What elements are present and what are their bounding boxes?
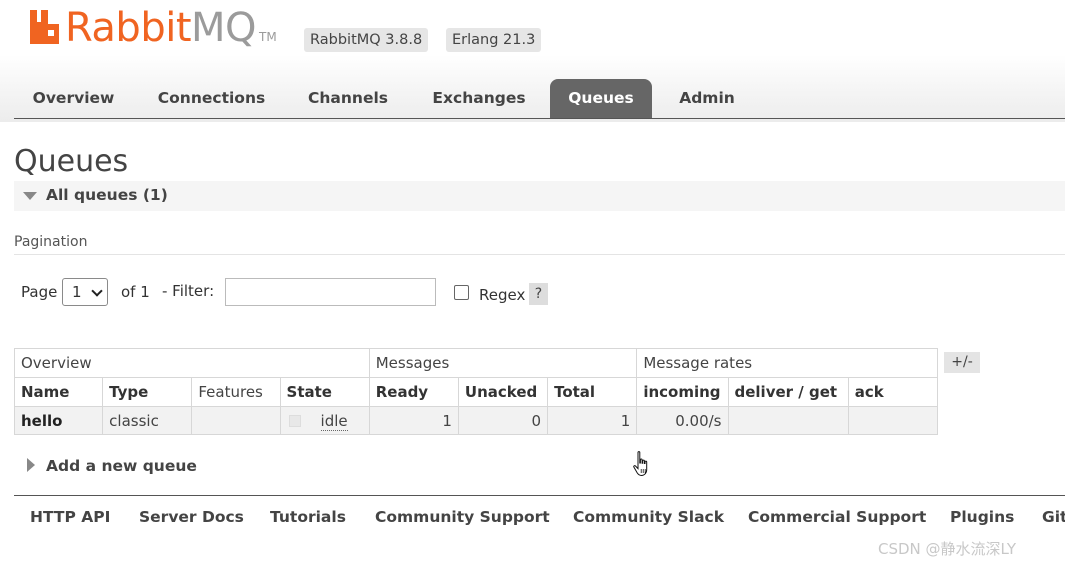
footer-link-community-slack[interactable]: Community Slack bbox=[573, 508, 724, 526]
queues-table: Overview Messages Message rates Name Typ… bbox=[13, 348, 939, 435]
regex-checkbox[interactable] bbox=[454, 285, 469, 300]
logo-word-mq: MQ bbox=[191, 5, 257, 51]
queue-features-cell bbox=[191, 406, 281, 435]
erlang-badge: Erlang 21.3 bbox=[446, 28, 542, 52]
queue-ready-cell: 1 bbox=[368, 406, 459, 435]
watermark: CSDN @静水流深LY bbox=[878, 540, 1017, 558]
footer-link-http-api[interactable]: HTTP API bbox=[30, 508, 110, 526]
queue-incoming-cell: 0.00/s bbox=[636, 406, 729, 435]
group-header-messages: Messages bbox=[368, 348, 638, 378]
tab-queues[interactable]: Queues bbox=[550, 79, 652, 118]
footer-link-community-support[interactable]: Community Support bbox=[375, 508, 550, 526]
footer-link-git[interactable]: Git bbox=[1042, 508, 1065, 526]
rabbitmq-logo-icon bbox=[30, 10, 59, 44]
footer-link-tutorials[interactable]: Tutorials bbox=[270, 508, 346, 526]
queue-name-cell[interactable]: hello bbox=[13, 406, 104, 435]
tab-exchanges[interactable]: Exchanges bbox=[422, 79, 536, 118]
table-row[interactable]: hello classic idle 1 0 1 0.00/s bbox=[13, 406, 939, 435]
column-header-state[interactable]: State bbox=[279, 377, 370, 407]
column-header-ack[interactable]: ack bbox=[847, 377, 939, 407]
tab-admin[interactable]: Admin bbox=[668, 79, 746, 118]
pagination-divider bbox=[14, 254, 1065, 255]
triangle-right-icon[interactable] bbox=[27, 458, 35, 472]
version-badge: RabbitMQ 3.8.8 bbox=[304, 28, 429, 52]
page-select[interactable]: 1 bbox=[62, 278, 108, 306]
rabbitmq-logo[interactable]: RabbitMQ TM bbox=[28, 8, 277, 48]
add-queue-toggle[interactable]: Add a new queue bbox=[46, 457, 197, 475]
filter-label: - Filter: bbox=[162, 282, 215, 300]
tabs-divider bbox=[14, 118, 1065, 119]
regex-help-button[interactable]: ? bbox=[529, 283, 548, 305]
column-header-name[interactable]: Name bbox=[13, 377, 104, 407]
regex-label: Regex bbox=[479, 286, 526, 304]
group-header-overview: Overview bbox=[14, 348, 370, 378]
logo-wordmark: RabbitMQ bbox=[65, 5, 257, 51]
toggle-columns-button[interactable]: +/- bbox=[944, 352, 980, 373]
footer-divider bbox=[14, 495, 1065, 496]
tab-channels[interactable]: Channels bbox=[294, 79, 402, 118]
column-header-incoming[interactable]: incoming bbox=[636, 377, 729, 407]
queue-ack-cell bbox=[847, 406, 939, 435]
state-indicator-icon bbox=[288, 415, 301, 427]
table-header-row: Name Type Features State Ready Unacked T… bbox=[13, 377, 939, 407]
queue-total-cell: 1 bbox=[547, 406, 638, 435]
queue-state-cell: idle bbox=[279, 406, 370, 435]
footer-link-server-docs[interactable]: Server Docs bbox=[139, 508, 244, 526]
logo-trademark: TM bbox=[259, 30, 277, 44]
column-header-total[interactable]: Total bbox=[547, 377, 638, 407]
filter-input[interactable] bbox=[225, 278, 436, 306]
chevron-down-icon bbox=[91, 285, 103, 297]
footer-link-commercial-support[interactable]: Commercial Support bbox=[748, 508, 926, 526]
page-title: Queues bbox=[14, 144, 129, 179]
section-title: All queues (1) bbox=[46, 186, 168, 204]
logo-word-rabbit: Rabbit bbox=[65, 5, 192, 51]
queue-state-text: idle bbox=[320, 411, 348, 431]
queue-type-cell: classic bbox=[102, 406, 193, 435]
column-header-type[interactable]: Type bbox=[102, 377, 193, 407]
page-label: Page bbox=[21, 283, 58, 301]
page-count-label: of 1 bbox=[121, 283, 150, 301]
page-select-value: 1 bbox=[72, 283, 82, 301]
group-header-message-rates: Message rates bbox=[636, 348, 938, 378]
column-header-ready[interactable]: Ready bbox=[368, 377, 459, 407]
queue-unacked-cell: 0 bbox=[457, 406, 549, 435]
column-header-features: Features bbox=[191, 377, 281, 407]
footer-link-plugins[interactable]: Plugins bbox=[950, 508, 1014, 526]
column-header-deliver-get[interactable]: deliver / get bbox=[727, 377, 849, 407]
triangle-down-icon bbox=[23, 192, 37, 200]
hand-pointer-icon bbox=[633, 451, 648, 476]
tab-overview[interactable]: Overview bbox=[14, 79, 133, 118]
main-tabs: Overview Connections Channels Exchanges … bbox=[14, 79, 1065, 118]
column-header-unacked[interactable]: Unacked bbox=[457, 377, 549, 407]
table-group-header-row: Overview Messages Message rates bbox=[14, 348, 938, 378]
all-queues-section-header[interactable]: All queues (1) bbox=[14, 181, 1065, 211]
tab-connections[interactable]: Connections bbox=[148, 79, 275, 118]
queue-deliver-get-cell bbox=[727, 406, 849, 435]
pagination-label[interactable]: Pagination bbox=[14, 234, 87, 250]
